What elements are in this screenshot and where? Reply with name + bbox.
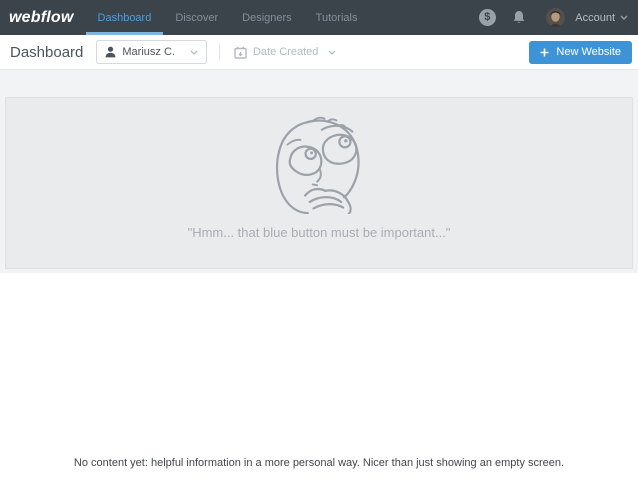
top-navbar: webflow Dashboard Discover Designers Tut… <box>0 0 638 35</box>
chevron-down-icon <box>620 15 628 20</box>
user-filter-value: Mariusz C. <box>122 46 175 58</box>
thinking-face-illustration <box>258 114 380 214</box>
date-sort-dropdown[interactable]: Date Created <box>232 46 338 59</box>
empty-state-quote: "Hmm... that blue button must be importa… <box>187 225 451 240</box>
account-menu[interactable]: Account <box>575 12 630 24</box>
new-website-button[interactable]: New Website <box>529 40 632 64</box>
user-filter-dropdown[interactable]: Mariusz C. <box>96 40 207 64</box>
nav-item-discover[interactable]: Discover <box>163 0 230 35</box>
billing-button[interactable]: $ <box>474 5 500 31</box>
webflow-logo[interactable]: webflow <box>9 9 74 27</box>
chevron-down-icon <box>190 50 198 55</box>
primary-nav: Dashboard Discover Designers Tutorials <box>85 0 370 35</box>
account-label: Account <box>575 11 615 24</box>
webflow-app: webflow Dashboard Discover Designers Tut… <box>0 0 638 469</box>
dashboard-toolbar: Dashboard Mariusz C. Date Created New We… <box>0 35 638 70</box>
plus-icon <box>540 48 549 56</box>
empty-state-card: "Hmm... that blue button must be importa… <box>5 97 633 269</box>
avatar-photo <box>546 8 566 27</box>
notifications-button[interactable] <box>506 5 532 31</box>
person-icon <box>105 46 116 58</box>
calendar-sort-icon <box>234 46 247 59</box>
date-sort-value: Date Created <box>252 46 319 58</box>
nav-item-dashboard[interactable]: Dashboard <box>85 0 164 35</box>
toolbar-divider <box>218 44 220 60</box>
nav-item-tutorials[interactable]: Tutorials <box>304 0 370 35</box>
new-website-label: New Website <box>556 46 621 58</box>
nav-item-designers[interactable]: Designers <box>230 0 304 35</box>
bell-icon <box>513 11 525 24</box>
avatar[interactable] <box>546 8 566 27</box>
dollar-coin-icon: $ <box>478 9 496 26</box>
dashboard-empty-area: "Hmm... that blue button must be importa… <box>0 70 638 273</box>
annotation-caption: No content yet: helpful information in a… <box>73 457 565 469</box>
navbar-right-controls: $ Account <box>474 0 630 35</box>
chevron-down-icon <box>328 50 336 55</box>
page-title: Dashboard <box>10 43 84 61</box>
